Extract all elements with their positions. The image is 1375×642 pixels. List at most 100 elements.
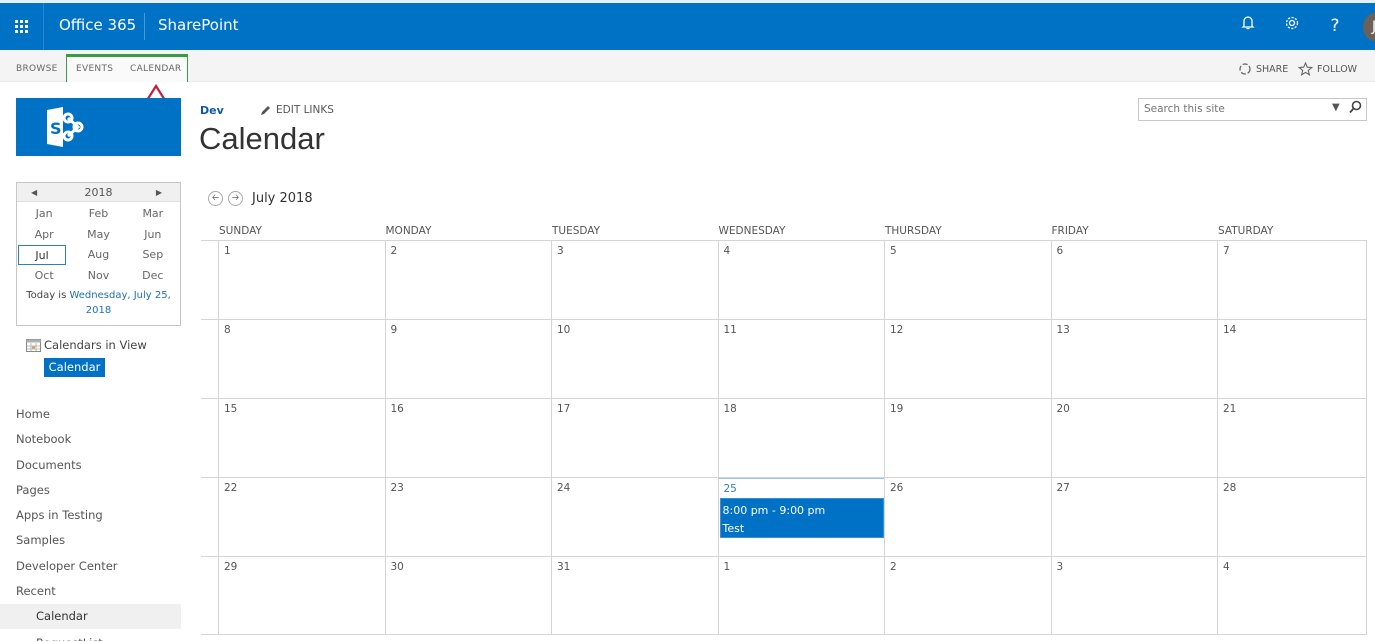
day-cell[interactable]: 2	[384, 241, 552, 319]
day-cell[interactable]: 8	[218, 320, 385, 398]
day-cell[interactable]: 11	[717, 320, 885, 398]
day-cell[interactable]: 30	[384, 557, 552, 634]
share-button[interactable]: SHARE	[1238, 62, 1288, 76]
day-number[interactable]: 19	[890, 403, 903, 415]
day-number[interactable]: 16	[391, 403, 404, 415]
day-number[interactable]: 4	[724, 245, 731, 257]
day-number[interactable]: 24	[557, 482, 570, 494]
today-link[interactable]: Wednesday, July 25, 2018	[69, 290, 170, 316]
nav-developer-center[interactable]: Developer Center	[0, 556, 181, 581]
day-number[interactable]: 2	[890, 561, 897, 573]
day-cell[interactable]: 5	[884, 241, 1051, 319]
day-cell[interactable]: 26	[884, 478, 1051, 556]
day-number[interactable]: 17	[557, 403, 570, 415]
month-sep[interactable]: Sep	[126, 245, 180, 265]
month-apr[interactable]: Apr	[17, 225, 71, 245]
day-number[interactable]: 29	[224, 561, 237, 573]
day-number[interactable]: 2	[391, 245, 398, 257]
week-gutter[interactable]	[201, 320, 218, 398]
calendar-overlay-item[interactable]: Calendar	[44, 358, 105, 377]
day-number[interactable]: 3	[557, 245, 564, 257]
avatar[interactable]: J	[1363, 12, 1375, 42]
nav-recent-calendar[interactable]: Calendar	[0, 604, 181, 630]
day-number[interactable]: 23	[391, 482, 404, 494]
day-number[interactable]: 21	[1223, 403, 1236, 415]
month-nov[interactable]: Nov	[71, 266, 125, 286]
day-cell[interactable]: 4	[1217, 557, 1367, 634]
day-number[interactable]: 10	[557, 324, 570, 336]
nav-apps-in-testing[interactable]: Apps in Testing	[0, 505, 181, 530]
week-gutter[interactable]	[201, 557, 218, 634]
day-cell[interactable]: 1	[717, 557, 885, 634]
month-may[interactable]: May	[71, 225, 125, 245]
next-month-button[interactable]: 🡢	[228, 191, 243, 206]
day-number[interactable]: 30	[391, 561, 404, 573]
day-number[interactable]: 14	[1223, 324, 1236, 336]
site-logo[interactable]: S	[16, 98, 181, 156]
day-number[interactable]: 27	[1057, 482, 1070, 494]
day-cell[interactable]: 2	[884, 557, 1051, 634]
nav-recent[interactable]: Recent	[0, 581, 181, 606]
day-number[interactable]: 26	[890, 482, 903, 494]
prev-year-icon[interactable]: ◀	[31, 183, 37, 202]
day-number[interactable]: 11	[724, 324, 737, 336]
day-cell[interactable]: 7	[1217, 241, 1367, 319]
week-gutter[interactable]	[201, 241, 218, 319]
day-cell[interactable]: 19	[884, 399, 1051, 477]
day-cell[interactable]: 17	[551, 399, 718, 477]
day-cell[interactable]: 18	[717, 399, 885, 477]
month-jan[interactable]: Jan	[17, 204, 71, 224]
nav-pages[interactable]: Pages	[0, 480, 181, 505]
tab-calendar[interactable]: CALENDAR	[130, 64, 181, 74]
nav-notebook[interactable]: Notebook	[0, 429, 181, 454]
week-gutter[interactable]	[201, 399, 218, 477]
day-number[interactable]: 12	[890, 324, 903, 336]
day-cell[interactable]: 23	[384, 478, 552, 556]
week-gutter[interactable]	[201, 478, 218, 556]
day-number[interactable]: 15	[224, 403, 237, 415]
day-number[interactable]: 7	[1223, 245, 1230, 257]
follow-button[interactable]: FOLLOW	[1298, 62, 1357, 76]
day-cell[interactable]: 14	[1217, 320, 1367, 398]
day-cell[interactable]: 28	[1217, 478, 1367, 556]
month-mar[interactable]: Mar	[126, 204, 180, 224]
day-cell[interactable]: 25 8:00 pm - 9:00 pm Test	[717, 478, 884, 556]
day-number[interactable]: 25	[724, 483, 737, 495]
day-number[interactable]: 28	[1223, 482, 1236, 494]
day-cell[interactable]: 31	[551, 557, 718, 634]
app-launcher-button[interactable]	[0, 3, 44, 50]
nav-documents[interactable]: Documents	[0, 455, 181, 480]
tab-browse[interactable]: BROWSE	[16, 64, 58, 74]
day-cell[interactable]: 21	[1217, 399, 1367, 477]
day-cell[interactable]: 3	[551, 241, 718, 319]
day-number[interactable]: 6	[1057, 245, 1064, 257]
day-cell[interactable]: 6	[1050, 241, 1218, 319]
day-cell[interactable]: 22	[218, 478, 385, 556]
next-year-icon[interactable]: ▶	[156, 183, 162, 202]
day-cell[interactable]: 27	[1050, 478, 1218, 556]
calendar-event[interactable]: 8:00 pm - 9:00 pm Test	[719, 498, 884, 538]
day-number[interactable]: 4	[1223, 561, 1230, 573]
nav-samples[interactable]: Samples	[0, 530, 181, 555]
month-jul[interactable]: Jul	[18, 245, 66, 265]
office365-link[interactable]: Office 365	[59, 16, 136, 34]
day-cell[interactable]: 24	[551, 478, 718, 556]
day-number[interactable]: 18	[724, 403, 737, 415]
month-feb[interactable]: Feb	[71, 204, 125, 224]
search-input[interactable]	[1144, 103, 1324, 115]
month-oct[interactable]: Oct	[17, 266, 71, 286]
day-number[interactable]: 9	[391, 324, 398, 336]
day-cell[interactable]: 29	[218, 557, 385, 634]
tab-events[interactable]: EVENTS	[76, 64, 113, 74]
help-icon[interactable]: ?	[1324, 15, 1346, 37]
day-number[interactable]: 3	[1057, 561, 1064, 573]
search-scope-dropdown-icon[interactable]: ▼	[1332, 102, 1340, 113]
day-cell[interactable]: 13	[1050, 320, 1218, 398]
month-dec[interactable]: Dec	[126, 266, 180, 286]
day-number[interactable]: 8	[224, 324, 231, 336]
day-number[interactable]: 1	[724, 561, 731, 573]
bell-icon[interactable]	[1237, 15, 1259, 37]
day-number[interactable]: 31	[557, 561, 570, 573]
day-number[interactable]: 5	[890, 245, 897, 257]
edit-links-button[interactable]: EDIT LINKS	[260, 104, 334, 116]
